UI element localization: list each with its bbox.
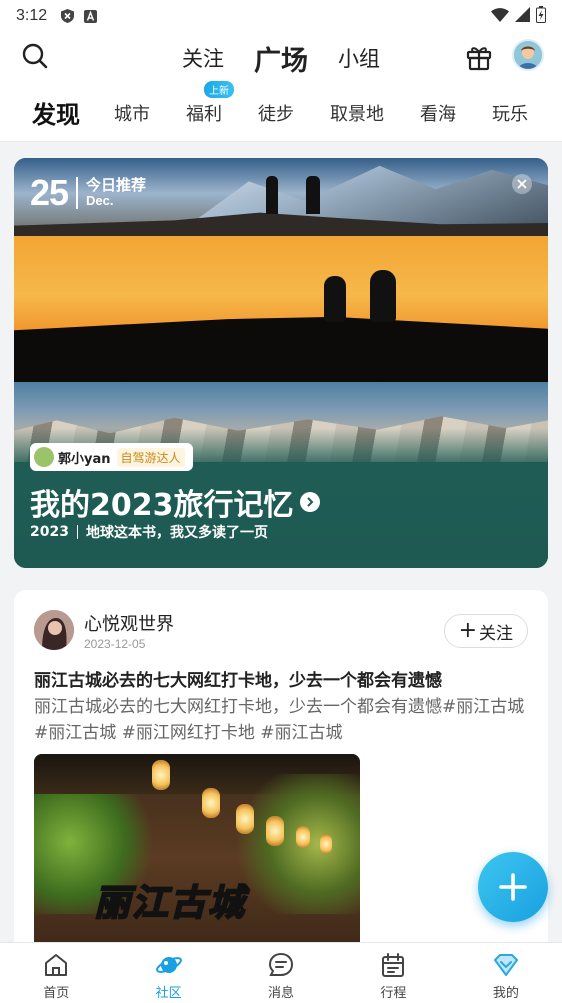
nav-community[interactable]: 社区 (112, 943, 224, 1003)
tab-square[interactable]: 广场 (248, 38, 308, 78)
chevron-right-icon (299, 492, 320, 512)
banner-subtitle: 2023 地球这本书，我又多读了一页 (30, 522, 268, 542)
plus-icon (499, 873, 527, 901)
post-image-caption: 丽江古城 (93, 882, 247, 925)
plus-icon: + (458, 618, 477, 643)
new-badge: 上新 (204, 80, 234, 98)
category-hiking[interactable]: 徒步 (258, 100, 294, 126)
planet-icon (155, 957, 182, 973)
nav-itinerary[interactable]: 行程 (337, 943, 449, 1003)
nav-profile-label: 我的 (492, 986, 519, 1001)
category-seaside[interactable]: 看海 (420, 100, 456, 126)
banner-subtitle-text: 地球这本书，我又多读了一页 (85, 525, 268, 541)
banner-author-pill[interactable]: 郭小yan 自驾游达人 (30, 443, 193, 471)
category-welfare-label: 福利 (186, 103, 222, 125)
nav-community-label: 社区 (155, 986, 182, 1001)
post-title[interactable]: 丽江古城必去的七大网红打卡地，少去一个都会有遗憾 (34, 666, 442, 691)
home-icon (45, 954, 68, 976)
battery-icon (536, 5, 546, 27)
calendar-icon (382, 953, 405, 977)
diamond-icon (493, 954, 518, 976)
follow-button-label: 关注 (479, 623, 513, 644)
nav-home[interactable]: 首页 (0, 943, 112, 1003)
banner-author-tag: 自驾游达人 (116, 447, 185, 467)
category-filming-locations[interactable]: 取景地 (330, 100, 384, 126)
tab-groups[interactable]: 小组 (338, 43, 380, 73)
post-author-name[interactable]: 心悦观世界 (84, 610, 174, 636)
banner-subtitle-year: 2023 (30, 524, 69, 540)
post-body[interactable]: 丽江古城必去的七大网红打卡地，少去一个都会有遗憾#丽江古城 #丽江古城 #丽江网… (34, 694, 530, 746)
banner-title[interactable]: 我的2023旅行记忆 (30, 480, 320, 524)
nav-home-label: 首页 (43, 986, 70, 1001)
message-icon (269, 952, 294, 976)
font-a-icon (84, 9, 98, 23)
banner-photo-sunset (14, 236, 548, 382)
banner-author-avatar (34, 447, 54, 467)
nav-messages[interactable]: 消息 (225, 943, 337, 1003)
banner-date: 25 今日推荐 Dec. (30, 172, 146, 214)
follow-button[interactable]: + 关注 (443, 614, 528, 648)
category-welfare[interactable]: 福利 上新 (186, 80, 234, 126)
signal-icon (515, 6, 530, 26)
featured-banner[interactable]: 25 今日推荐 Dec. 郭小yan 自驾游达人 我的2023旅行记忆 2023… (14, 158, 548, 568)
avatar[interactable] (512, 39, 544, 71)
top-header: 关注 广场 小组 (0, 32, 562, 84)
page: 3:12 关注 广场 小组 发现 城市 福利 上新 徒步 取景地 看海 玩乐 2… (0, 0, 562, 1003)
category-discover[interactable]: 发现 (32, 95, 80, 132)
nav-itinerary-label: 行程 (380, 986, 407, 1001)
shield-x-icon (61, 9, 75, 23)
banner-title-text: 我的2023旅行记忆 (30, 488, 294, 523)
close-icon[interactable] (512, 174, 532, 194)
status-time: 3:12 (16, 7, 48, 24)
banner-month: Dec. (86, 193, 114, 209)
banner-day: 25 (30, 172, 69, 213)
status-bar: 3:12 (0, 0, 562, 32)
post-date: 2023-12-05 (84, 637, 146, 651)
create-post-button[interactable] (478, 852, 548, 922)
status-right-group (491, 5, 546, 27)
tab-following[interactable]: 关注 (182, 43, 224, 73)
banner-recommend-label: 今日推荐 (86, 176, 147, 195)
post-author-avatar[interactable] (34, 610, 74, 650)
category-nav: 发现 城市 福利 上新 徒步 取景地 看海 玩乐 (0, 80, 562, 142)
category-city[interactable]: 城市 (114, 100, 150, 126)
nav-messages-label: 消息 (268, 986, 295, 1001)
wifi-icon (491, 7, 509, 26)
nav-profile[interactable]: 我的 (450, 943, 562, 1003)
banner-author-name: 郭小yan (58, 451, 111, 467)
bottom-nav: 首页 社区 消息 行程 我的 (0, 942, 562, 1003)
gift-icon[interactable] (464, 42, 494, 72)
category-fun[interactable]: 玩乐 (492, 100, 528, 126)
